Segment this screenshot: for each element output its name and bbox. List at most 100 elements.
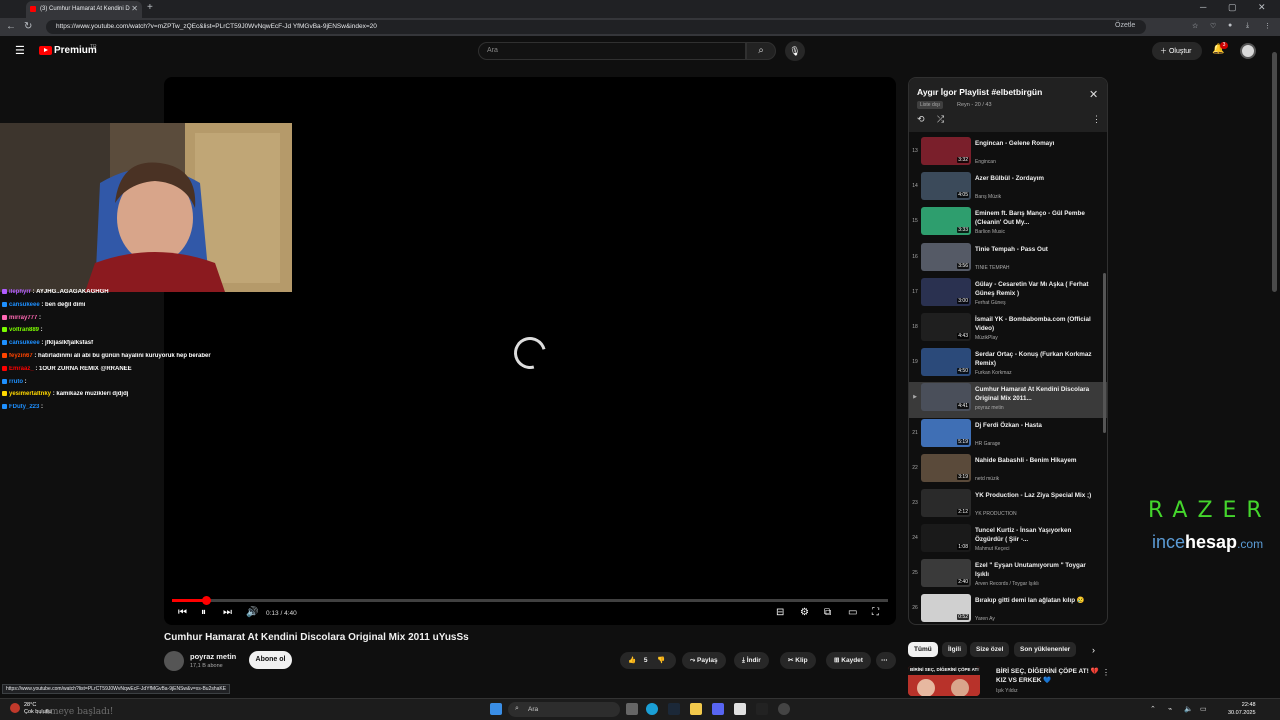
playlist-item[interactable]: 21 5:19 Dj Ferdi Özkan - Hasta HR Garage <box>909 418 1107 453</box>
page-scrollbar-thumb[interactable] <box>1272 52 1277 292</box>
battery-icon[interactable]: ▭ <box>1200 705 1207 713</box>
progress-scrubber[interactable] <box>201 596 211 605</box>
tray-chevron-icon[interactable]: ⌃ <box>1150 705 1156 713</box>
playlist-item[interactable]: 13 3:32 Engincan - Gelene Romayı Engincan <box>909 136 1107 171</box>
chat-username[interactable]: yesimertaltnky <box>9 391 51 397</box>
share-button[interactable]: ⤳ Paylaş <box>682 652 726 669</box>
reload-icon[interactable]: ↻ <box>24 21 32 32</box>
menu-icon[interactable]: ⋮ <box>1264 22 1271 30</box>
recommendation-thumbnail[interactable]: BİRİNİ SEÇ, DİĞERİNİ ÇÖPE AT! <box>908 666 980 696</box>
like-button[interactable]: 👍 5 👎 <box>620 652 676 669</box>
playlist-item[interactable]: 14 4:05 Azer Bülbül - Zordayım Barış Müzik <box>909 171 1107 206</box>
microphone-icon[interactable]: 🎙 <box>785 41 805 61</box>
miniplayer-icon[interactable]: ⧉ <box>824 607 831 618</box>
maximize-icon[interactable]: ▢ <box>1228 2 1237 13</box>
progress-bar[interactable] <box>172 596 888 605</box>
playlist-item[interactable]: 25 2:40 Ezel " Eyşan Unutamıyorum " Toygar… <box>909 558 1107 593</box>
chat-username[interactable]: ilephyrr <box>9 289 31 295</box>
volume-icon[interactable]: 🔊 <box>246 607 258 618</box>
chat-message-text: kamikaze muzikleri djdjdj <box>56 391 129 398</box>
playlist-item[interactable]: 17 3:00 Gülay - Cesaretin Var Mı Aşka ( Fe… <box>909 277 1107 312</box>
previous-icon[interactable]: ⏮ <box>178 607 187 618</box>
chip-2[interactable]: Size özel <box>970 642 1010 657</box>
chat-username[interactable]: cansukeee <box>9 302 40 308</box>
download-button[interactable]: ⤓ İndir <box>734 652 769 669</box>
page-scrollbar[interactable] <box>1272 40 1277 710</box>
chip-1[interactable]: İlgili <box>942 642 967 657</box>
search-input[interactable]: Ara <box>478 42 746 60</box>
browser-tab[interactable]: (3) Cumhur Hamarat At Kendini D ✕ <box>26 1 142 18</box>
clip-button[interactable]: ✂ Klip <box>780 652 816 669</box>
system-clock[interactable]: 22:48 30.07.2025 <box>1228 701 1256 717</box>
playlist-item[interactable]: 15 3:33 Eminem ft. Barış Manço - Gül Pembe… <box>909 206 1107 241</box>
settings-gear-icon[interactable]: ⚙ <box>800 607 809 618</box>
chat-username[interactable]: cansukeee <box>9 340 40 346</box>
dislike-icon[interactable]: 👎 <box>657 657 665 664</box>
extensions-icon[interactable]: ♡ <box>1210 22 1216 30</box>
close-playlist-icon[interactable]: ✕ <box>1089 88 1098 101</box>
obs-icon[interactable] <box>778 703 790 715</box>
playlist-item[interactable]: 26 0:52 Bırakıp gitti demi lan ağlatan kıl… <box>909 593 1107 624</box>
downloads-icon[interactable]: ⤓ <box>1246 22 1249 30</box>
chat-username[interactable]: rruto <box>9 379 23 385</box>
subscribe-button[interactable]: Abone ol <box>249 651 292 669</box>
file-explorer-icon[interactable] <box>690 703 702 715</box>
theater-mode-icon[interactable]: ▭ <box>848 607 857 618</box>
chrome-icon[interactable] <box>734 703 746 715</box>
playlist-item[interactable]: ▶ 4:41 Cumhur Hamarat At Kendini Discolara… <box>909 382 1107 418</box>
minimize-icon[interactable]: ─ <box>1200 2 1206 12</box>
next-icon[interactable]: ⏭ <box>223 607 232 618</box>
chat-username[interactable]: FDuty_223 <box>9 404 39 410</box>
app-icon[interactable] <box>756 703 768 715</box>
new-tab-icon[interactable]: + <box>147 2 153 13</box>
chat-username[interactable]: mirray777 <box>9 315 37 321</box>
discord-icon[interactable] <box>712 703 724 715</box>
more-actions-icon[interactable]: ⋯ <box>876 652 896 669</box>
speaker-icon[interactable]: 🔈 <box>1184 705 1193 713</box>
chat-username[interactable]: feyzin67 <box>9 353 33 359</box>
account-avatar[interactable] <box>1240 43 1256 59</box>
windows-start-icon[interactable] <box>490 703 502 715</box>
create-button[interactable]: ＋ Oluştur <box>1152 42 1202 60</box>
playlist-item[interactable]: 16 3:56 Tinie Tempah - Pass Out TINIE TEMPA… <box>909 242 1107 277</box>
chat-username[interactable]: voltran889 <box>9 327 39 333</box>
task-view-icon[interactable] <box>626 703 638 715</box>
edge-icon[interactable] <box>646 703 658 715</box>
back-icon[interactable]: ← <box>6 21 16 32</box>
chat-badge-icon <box>2 340 7 346</box>
taskbar-search[interactable]: ⌕ Ara <box>508 702 620 717</box>
chat-username[interactable]: Emraaz_ <box>9 366 34 372</box>
hamburger-menu-icon[interactable]: ☰ <box>15 44 25 57</box>
channel-name[interactable]: poyraz metin <box>190 652 236 661</box>
playlist-scrollbar[interactable] <box>1103 273 1106 433</box>
playlist-menu-icon[interactable]: ⋮ <box>1092 114 1101 125</box>
search-icon[interactable]: ⌕ <box>746 42 776 60</box>
subtitles-icon[interactable]: ⊟ <box>776 607 784 618</box>
playlist-item[interactable]: 24 1:08 Tuncel Kurtiz - İnsan Yaşıyorken Ö… <box>909 523 1107 558</box>
playlist-title[interactable]: Aygır İgor Playlist #elbetbirgün <box>917 87 1042 97</box>
chip-0[interactable]: Tümü <box>908 642 938 657</box>
channel-avatar[interactable] <box>164 651 184 671</box>
close-tab-icon[interactable]: ✕ <box>131 4 138 13</box>
playlist-item[interactable]: 23 2:12 YK Production - Laz Ziya Special M… <box>909 488 1107 523</box>
summarize-label[interactable]: Özetle <box>1115 22 1135 29</box>
close-window-icon[interactable]: ✕ <box>1258 2 1266 13</box>
recommendation-title[interactable]: BİRİ SEÇ, DİĞERİNİ ÇÖPE AT! 💔 KIZ VS ERK… <box>996 667 1101 685</box>
chevron-right-icon[interactable]: › <box>1092 645 1095 655</box>
address-bar[interactable]: https://www.youtube.com/watch?v=mZPTw_zQ… <box>46 20 1146 34</box>
youtube-logo-icon[interactable] <box>39 46 52 55</box>
recommendation-menu-icon[interactable]: ⋮ <box>1102 668 1110 677</box>
save-button[interactable]: ⊞ Kaydet <box>826 652 871 669</box>
fullscreen-icon[interactable]: ⛶ <box>872 607 879 618</box>
playlist-item[interactable]: 22 3:19 Nahide Babashli - Benim Hikayem net… <box>909 453 1107 488</box>
chip-3[interactable]: Son yüklenenler <box>1014 642 1077 657</box>
bookmark-icon[interactable]: ☆ <box>1192 22 1198 30</box>
shuffle-icon[interactable]: ⤮ <box>937 114 944 125</box>
network-icon[interactable]: ⌁ <box>1168 705 1172 713</box>
loop-icon[interactable]: ⟲ <box>917 114 925 125</box>
steam-icon[interactable] <box>668 703 680 715</box>
playlist-item[interactable]: 18 4:43 İsmail YK - Bombabomba.com (Offici… <box>909 312 1107 347</box>
pause-icon[interactable]: ⏸ <box>201 607 206 618</box>
playlist-item[interactable]: 19 4:50 Serdar Ortaç - Konuş (Furkan Korkm… <box>909 347 1107 382</box>
profile-icon[interactable]: ● <box>1228 22 1232 29</box>
